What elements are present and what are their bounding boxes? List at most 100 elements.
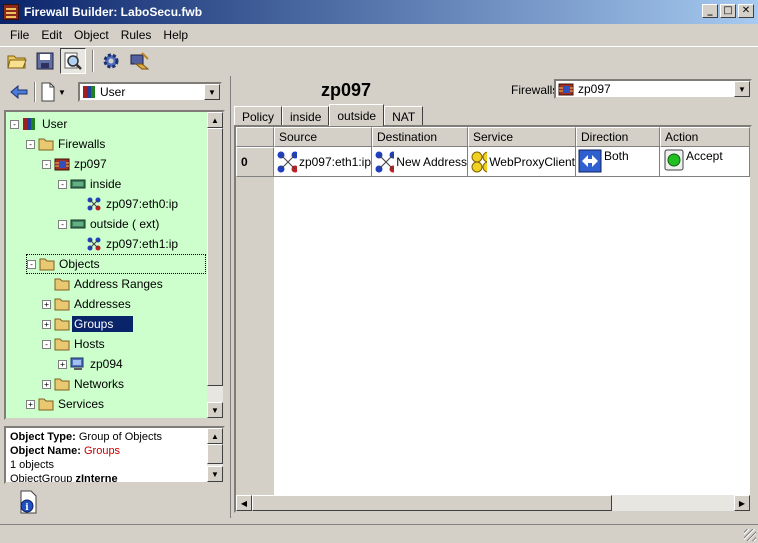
tree-toolbar-separator xyxy=(34,82,36,102)
magnifier-icon xyxy=(64,52,82,70)
tree-item-services[interactable]: + Services xyxy=(26,394,104,414)
collapse-toggle[interactable]: - xyxy=(42,159,51,169)
tree-item-zp097-eth0-ip[interactable]: zp097:eth0:ip xyxy=(74,194,178,214)
collapse-toggle[interactable]: - xyxy=(58,219,67,229)
firewall-select[interactable]: zp097 ▼ xyxy=(554,79,752,99)
collapse-toggle[interactable]: - xyxy=(10,119,19,129)
scroll-thumb[interactable] xyxy=(252,495,612,511)
column-header-direction[interactable]: Direction xyxy=(576,127,660,147)
tree-item-groups[interactable]: + Groups xyxy=(42,314,134,334)
minimize-button[interactable]: _ xyxy=(702,4,718,18)
tree-item-outside-ext[interactable]: - outside ( ext) xyxy=(58,214,159,234)
tree-item-networks[interactable]: + Networks xyxy=(42,374,124,394)
scroll-up-button[interactable]: ▲ xyxy=(207,112,223,128)
tree-scrollbar[interactable]: ▲ ▼ xyxy=(207,112,223,418)
tree-item-user[interactable]: - User xyxy=(10,114,67,134)
compile-button[interactable] xyxy=(98,48,124,74)
info-button[interactable]: i xyxy=(18,490,40,517)
tree-item-hosts[interactable]: - Hosts xyxy=(42,334,105,354)
tree-item-zp094[interactable]: + zp094 xyxy=(58,354,123,374)
find-button[interactable] xyxy=(60,47,86,74)
folder-icon xyxy=(54,378,70,391)
rule-service-cell[interactable]: WebProxyClient xyxy=(468,147,576,177)
chevron-down-icon[interactable]: ▼ xyxy=(734,81,750,97)
tree-item-firewalls[interactable]: - Firewalls xyxy=(26,134,105,154)
close-button[interactable]: ✕ xyxy=(738,4,754,18)
object-type-label: Object Type: xyxy=(10,431,76,443)
expand-toggle[interactable]: + xyxy=(58,359,67,369)
scroll-thumb[interactable] xyxy=(207,444,223,464)
info-toolbar: i xyxy=(4,486,225,518)
collapse-toggle[interactable]: - xyxy=(26,139,35,149)
window-controls: _ □ ✕ xyxy=(700,4,754,18)
rule-number[interactable]: 0 xyxy=(236,147,274,177)
tab-inside[interactable]: inside xyxy=(282,106,330,126)
chevron-down-icon[interactable]: ▼ xyxy=(204,84,220,100)
menu-file[interactable]: File xyxy=(4,28,35,42)
group-prefix: ObjectGroup xyxy=(10,473,73,484)
rule-source-cell[interactable]: zp097:eth1:ip xyxy=(274,147,372,177)
menu-object[interactable]: Object xyxy=(68,28,115,42)
tree-item-objects[interactable]: - Objects xyxy=(26,254,206,274)
library-select[interactable]: User ▼ xyxy=(78,82,222,102)
column-header-source[interactable]: Source xyxy=(274,127,372,147)
address-icon xyxy=(375,151,395,172)
save-button[interactable] xyxy=(32,48,58,74)
scroll-right-button[interactable]: ▶ xyxy=(734,495,750,511)
tree-item-label: zp097 xyxy=(74,157,107,171)
back-button[interactable] xyxy=(8,81,30,103)
folder-icon xyxy=(39,258,55,271)
object-tree-panel: ▼ User ▼ - User - Firewalls - zp097- inside zp0… xyxy=(2,76,227,518)
menu-rules[interactable]: Rules xyxy=(115,28,158,42)
scroll-up-button[interactable]: ▲ xyxy=(207,428,223,444)
scroll-left-button[interactable]: ◀ xyxy=(236,495,252,511)
rules-panel: zp097 Firewalls: zp097 ▼ Policy inside o… xyxy=(230,76,756,518)
tab-nat[interactable]: NAT xyxy=(384,106,424,126)
tree-item-addresses[interactable]: + Addresses xyxy=(42,294,131,314)
collapse-toggle[interactable]: - xyxy=(42,339,51,349)
column-header-action[interactable]: Action xyxy=(660,127,750,147)
expand-toggle[interactable]: + xyxy=(42,299,51,309)
expand-toggle[interactable]: + xyxy=(26,399,35,409)
column-header-service[interactable]: Service xyxy=(468,127,576,147)
tab-outside[interactable]: outside xyxy=(329,104,385,126)
tree-item-label: Firewalls xyxy=(58,137,106,151)
new-object-button[interactable]: ▼ xyxy=(40,81,70,103)
rule-destination-cell[interactable]: New Address xyxy=(372,147,468,177)
library-icon xyxy=(83,86,95,98)
install-button[interactable] xyxy=(126,48,152,74)
collapse-toggle[interactable]: - xyxy=(58,179,67,189)
collapse-toggle[interactable]: - xyxy=(27,259,36,269)
rule-destination: New Address xyxy=(396,154,467,169)
info-scrollbar[interactable]: ▲ ▼ xyxy=(207,428,223,482)
scroll-down-button[interactable]: ▼ xyxy=(207,466,223,482)
rule-service: WebProxyClient xyxy=(489,154,575,169)
library-icon xyxy=(23,118,35,130)
firewall-title: zp097 xyxy=(321,80,372,100)
resize-grip[interactable] xyxy=(744,529,756,541)
tree-item-zp097-eth1-ip[interactable]: zp097:eth1:ip xyxy=(74,234,178,254)
scroll-down-button[interactable]: ▼ xyxy=(207,402,223,418)
menu-help[interactable]: Help xyxy=(157,28,194,42)
open-folder-icon xyxy=(7,55,27,68)
rules-horizontal-scrollbar[interactable]: ◀ ▶ xyxy=(236,495,750,511)
chevron-down-icon[interactable]: ▼ xyxy=(58,88,66,97)
floppy-icon xyxy=(36,52,54,69)
scroll-thumb[interactable] xyxy=(207,128,223,386)
rule-action-cell[interactable]: Accept xyxy=(660,147,750,177)
address-icon xyxy=(87,237,101,251)
tree-item-label: Services xyxy=(58,397,105,411)
rule-direction-cell[interactable]: Both xyxy=(576,147,660,177)
gear-icon xyxy=(103,53,119,68)
expand-toggle[interactable]: + xyxy=(42,379,51,389)
column-header-destination[interactable]: Destination xyxy=(372,127,468,147)
tree-item-zp097[interactable]: - zp097 xyxy=(42,154,107,174)
tab-policy[interactable]: Policy xyxy=(234,106,283,126)
tree-item-inside[interactable]: - inside xyxy=(58,174,121,194)
menu-edit[interactable]: Edit xyxy=(35,28,68,42)
tree-item-address-ranges[interactable]: Address Ranges xyxy=(42,274,163,294)
maximize-button[interactable]: □ xyxy=(720,4,736,18)
expand-toggle[interactable]: + xyxy=(42,319,51,329)
open-button[interactable] xyxy=(4,48,30,74)
svg-text:i: i xyxy=(25,503,29,513)
